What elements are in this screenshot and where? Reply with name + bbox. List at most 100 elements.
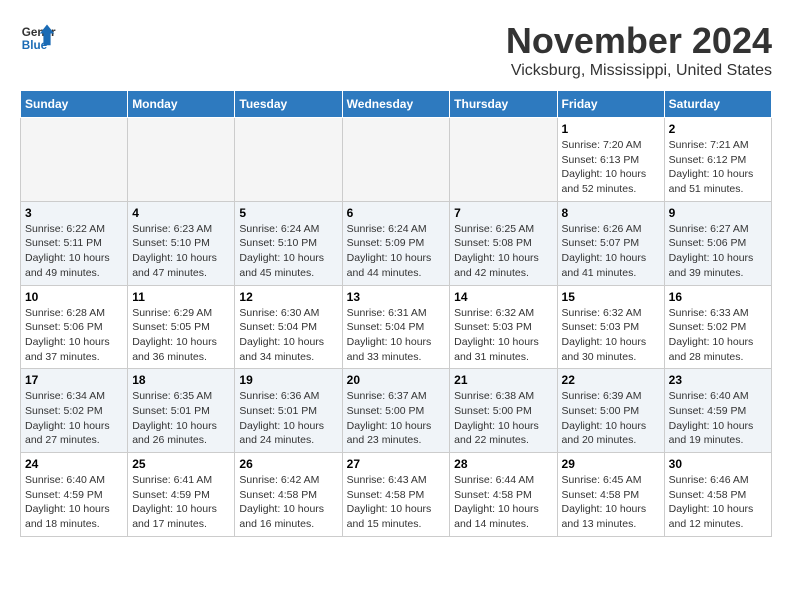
calendar-cell: 22Sunrise: 6:39 AMSunset: 5:00 PMDayligh… [557, 369, 664, 453]
day-number: 8 [562, 206, 660, 220]
day-info: Sunrise: 6:22 AMSunset: 5:11 PMDaylight:… [25, 222, 123, 281]
calendar-cell [342, 118, 450, 202]
calendar-cell: 24 Sunrise: 6:40 AMSunset: 4:59 PMDayligh… [21, 453, 128, 537]
day-info: Sunrise: 6:41 AMSunset: 4:59 PMDaylight:… [132, 473, 230, 532]
calendar-cell: 12 Sunrise: 6:30 AMSunset: 5:04 PMDayligh… [235, 285, 342, 369]
calendar-cell: 14 Sunrise: 6:32 AMSunset: 5:03 PMDayligh… [450, 285, 557, 369]
logo: General Blue [20, 20, 56, 56]
calendar-cell: 11 Sunrise: 6:29 AMSunset: 5:05 PMDayligh… [128, 285, 235, 369]
day-info: Sunrise: 6:33 AMSunset: 5:02 PMDaylight:… [669, 306, 767, 365]
day-info: Sunrise: 6:37 AMSunset: 5:00 PMDaylight:… [347, 389, 446, 448]
month-title: November 2024 [506, 20, 772, 62]
day-number: 16 [669, 290, 767, 304]
calendar-cell: 30 Sunrise: 6:46 AMSunset: 4:58 PMDayligh… [664, 453, 771, 537]
day-info: Sunrise: 6:31 AMSunset: 5:04 PMDaylight:… [347, 306, 446, 365]
day-info: Sunrise: 6:29 AMSunset: 5:05 PMDaylight:… [132, 306, 230, 365]
day-info: Sunrise: 6:30 AMSunset: 5:04 PMDaylight:… [239, 306, 337, 365]
day-number: 13 [347, 290, 446, 304]
calendar-cell: 16 Sunrise: 6:33 AMSunset: 5:02 PMDayligh… [664, 285, 771, 369]
calendar-cell [21, 118, 128, 202]
day-number: 23 [669, 373, 767, 387]
calendar-cell: 6Sunrise: 6:24 AMSunset: 5:09 PMDaylight… [342, 201, 450, 285]
calendar-cell: 26 Sunrise: 6:42 AMSunset: 4:58 PMDayligh… [235, 453, 342, 537]
day-number: 24 [25, 457, 123, 471]
day-info: Sunrise: 6:25 AMSunset: 5:08 PMDaylight:… [454, 222, 552, 281]
page-header: General Blue November 2024 Vicksburg, Mi… [20, 20, 772, 80]
day-number: 18 [132, 373, 230, 387]
day-number: 26 [239, 457, 337, 471]
calendar-cell: 28Sunrise: 6:44 AMSunset: 4:58 PMDayligh… [450, 453, 557, 537]
week-row-2: 3 Sunrise: 6:22 AMSunset: 5:11 PMDaylight… [21, 201, 772, 285]
day-number: 21 [454, 373, 552, 387]
calendar-cell: 4Sunrise: 6:23 AMSunset: 5:10 PMDaylight… [128, 201, 235, 285]
day-number: 17 [25, 373, 123, 387]
day-info: Sunrise: 6:35 AMSunset: 5:01 PMDaylight:… [132, 389, 230, 448]
week-row-5: 24 Sunrise: 6:40 AMSunset: 4:59 PMDayligh… [21, 453, 772, 537]
day-number: 1 [562, 122, 660, 136]
day-number: 19 [239, 373, 337, 387]
calendar-cell: 8 Sunrise: 6:26 AMSunset: 5:07 PMDaylight… [557, 201, 664, 285]
day-info: Sunrise: 7:21 AMSunset: 6:12 PMDaylight:… [669, 138, 767, 197]
day-number: 27 [347, 457, 446, 471]
day-info: Sunrise: 6:27 AMSunset: 5:06 PMDaylight:… [669, 222, 767, 281]
day-info: Sunrise: 6:45 AMSunset: 4:58 PMDaylight:… [562, 473, 660, 532]
calendar-cell: 3 Sunrise: 6:22 AMSunset: 5:11 PMDaylight… [21, 201, 128, 285]
weekday-header-wednesday: Wednesday [342, 91, 450, 118]
day-number: 14 [454, 290, 552, 304]
calendar-cell: 2 Sunrise: 7:21 AMSunset: 6:12 PMDaylight… [664, 118, 771, 202]
calendar-cell: 27Sunrise: 6:43 AMSunset: 4:58 PMDayligh… [342, 453, 450, 537]
day-number: 3 [25, 206, 123, 220]
day-number: 29 [562, 457, 660, 471]
day-info: Sunrise: 6:46 AMSunset: 4:58 PMDaylight:… [669, 473, 767, 532]
day-number: 11 [132, 290, 230, 304]
calendar-cell: 15 Sunrise: 6:32 AMSunset: 5:03 PMDayligh… [557, 285, 664, 369]
calendar-cell: 7Sunrise: 6:25 AMSunset: 5:08 PMDaylight… [450, 201, 557, 285]
day-number: 15 [562, 290, 660, 304]
weekday-header-tuesday: Tuesday [235, 91, 342, 118]
weekday-header-row: SundayMondayTuesdayWednesdayThursdayFrid… [21, 91, 772, 118]
title-block: November 2024 Vicksburg, Mississippi, Un… [506, 20, 772, 80]
day-number: 25 [132, 457, 230, 471]
day-info: Sunrise: 6:38 AMSunset: 5:00 PMDaylight:… [454, 389, 552, 448]
day-info: Sunrise: 6:36 AMSunset: 5:01 PMDaylight:… [239, 389, 337, 448]
calendar-cell: 1Sunrise: 7:20 AMSunset: 6:13 PMDaylight… [557, 118, 664, 202]
day-info: Sunrise: 6:44 AMSunset: 4:58 PMDaylight:… [454, 473, 552, 532]
day-number: 20 [347, 373, 446, 387]
calendar-cell: 29 Sunrise: 6:45 AMSunset: 4:58 PMDayligh… [557, 453, 664, 537]
day-number: 5 [239, 206, 337, 220]
day-number: 30 [669, 457, 767, 471]
day-info: Sunrise: 6:32 AMSunset: 5:03 PMDaylight:… [562, 306, 660, 365]
calendar-cell: 20 Sunrise: 6:37 AMSunset: 5:00 PMDayligh… [342, 369, 450, 453]
day-info: Sunrise: 6:24 AMSunset: 5:10 PMDaylight:… [239, 222, 337, 281]
weekday-header-monday: Monday [128, 91, 235, 118]
calendar-cell: 23 Sunrise: 6:40 AMSunset: 4:59 PMDayligh… [664, 369, 771, 453]
day-info: Sunrise: 6:32 AMSunset: 5:03 PMDaylight:… [454, 306, 552, 365]
day-info: Sunrise: 6:40 AMSunset: 4:59 PMDaylight:… [669, 389, 767, 448]
day-number: 12 [239, 290, 337, 304]
week-row-4: 17 Sunrise: 6:34 AMSunset: 5:02 PMDayligh… [21, 369, 772, 453]
calendar-cell: 21 Sunrise: 6:38 AMSunset: 5:00 PMDayligh… [450, 369, 557, 453]
day-number: 22 [562, 373, 660, 387]
weekday-header-friday: Friday [557, 91, 664, 118]
day-number: 9 [669, 206, 767, 220]
week-row-1: 1Sunrise: 7:20 AMSunset: 6:13 PMDaylight… [21, 118, 772, 202]
calendar-cell [450, 118, 557, 202]
calendar-cell [128, 118, 235, 202]
calendar-cell: 19 Sunrise: 6:36 AMSunset: 5:01 PMDayligh… [235, 369, 342, 453]
week-row-3: 10Sunrise: 6:28 AMSunset: 5:06 PMDayligh… [21, 285, 772, 369]
day-number: 2 [669, 122, 767, 136]
day-info: Sunrise: 6:34 AMSunset: 5:02 PMDaylight:… [25, 389, 123, 448]
calendar-cell: 17 Sunrise: 6:34 AMSunset: 5:02 PMDayligh… [21, 369, 128, 453]
weekday-header-thursday: Thursday [450, 91, 557, 118]
calendar-table: SundayMondayTuesdayWednesdayThursdayFrid… [20, 90, 772, 537]
weekday-header-sunday: Sunday [21, 91, 128, 118]
day-info: Sunrise: 6:40 AMSunset: 4:59 PMDaylight:… [25, 473, 123, 532]
day-info: Sunrise: 6:42 AMSunset: 4:58 PMDaylight:… [239, 473, 337, 532]
calendar-cell: 10Sunrise: 6:28 AMSunset: 5:06 PMDayligh… [21, 285, 128, 369]
day-info: Sunrise: 6:26 AMSunset: 5:07 PMDaylight:… [562, 222, 660, 281]
day-number: 6 [347, 206, 446, 220]
calendar-cell: 18 Sunrise: 6:35 AMSunset: 5:01 PMDayligh… [128, 369, 235, 453]
day-info: Sunrise: 6:23 AMSunset: 5:10 PMDaylight:… [132, 222, 230, 281]
calendar-cell: 5 Sunrise: 6:24 AMSunset: 5:10 PMDaylight… [235, 201, 342, 285]
calendar-cell [235, 118, 342, 202]
